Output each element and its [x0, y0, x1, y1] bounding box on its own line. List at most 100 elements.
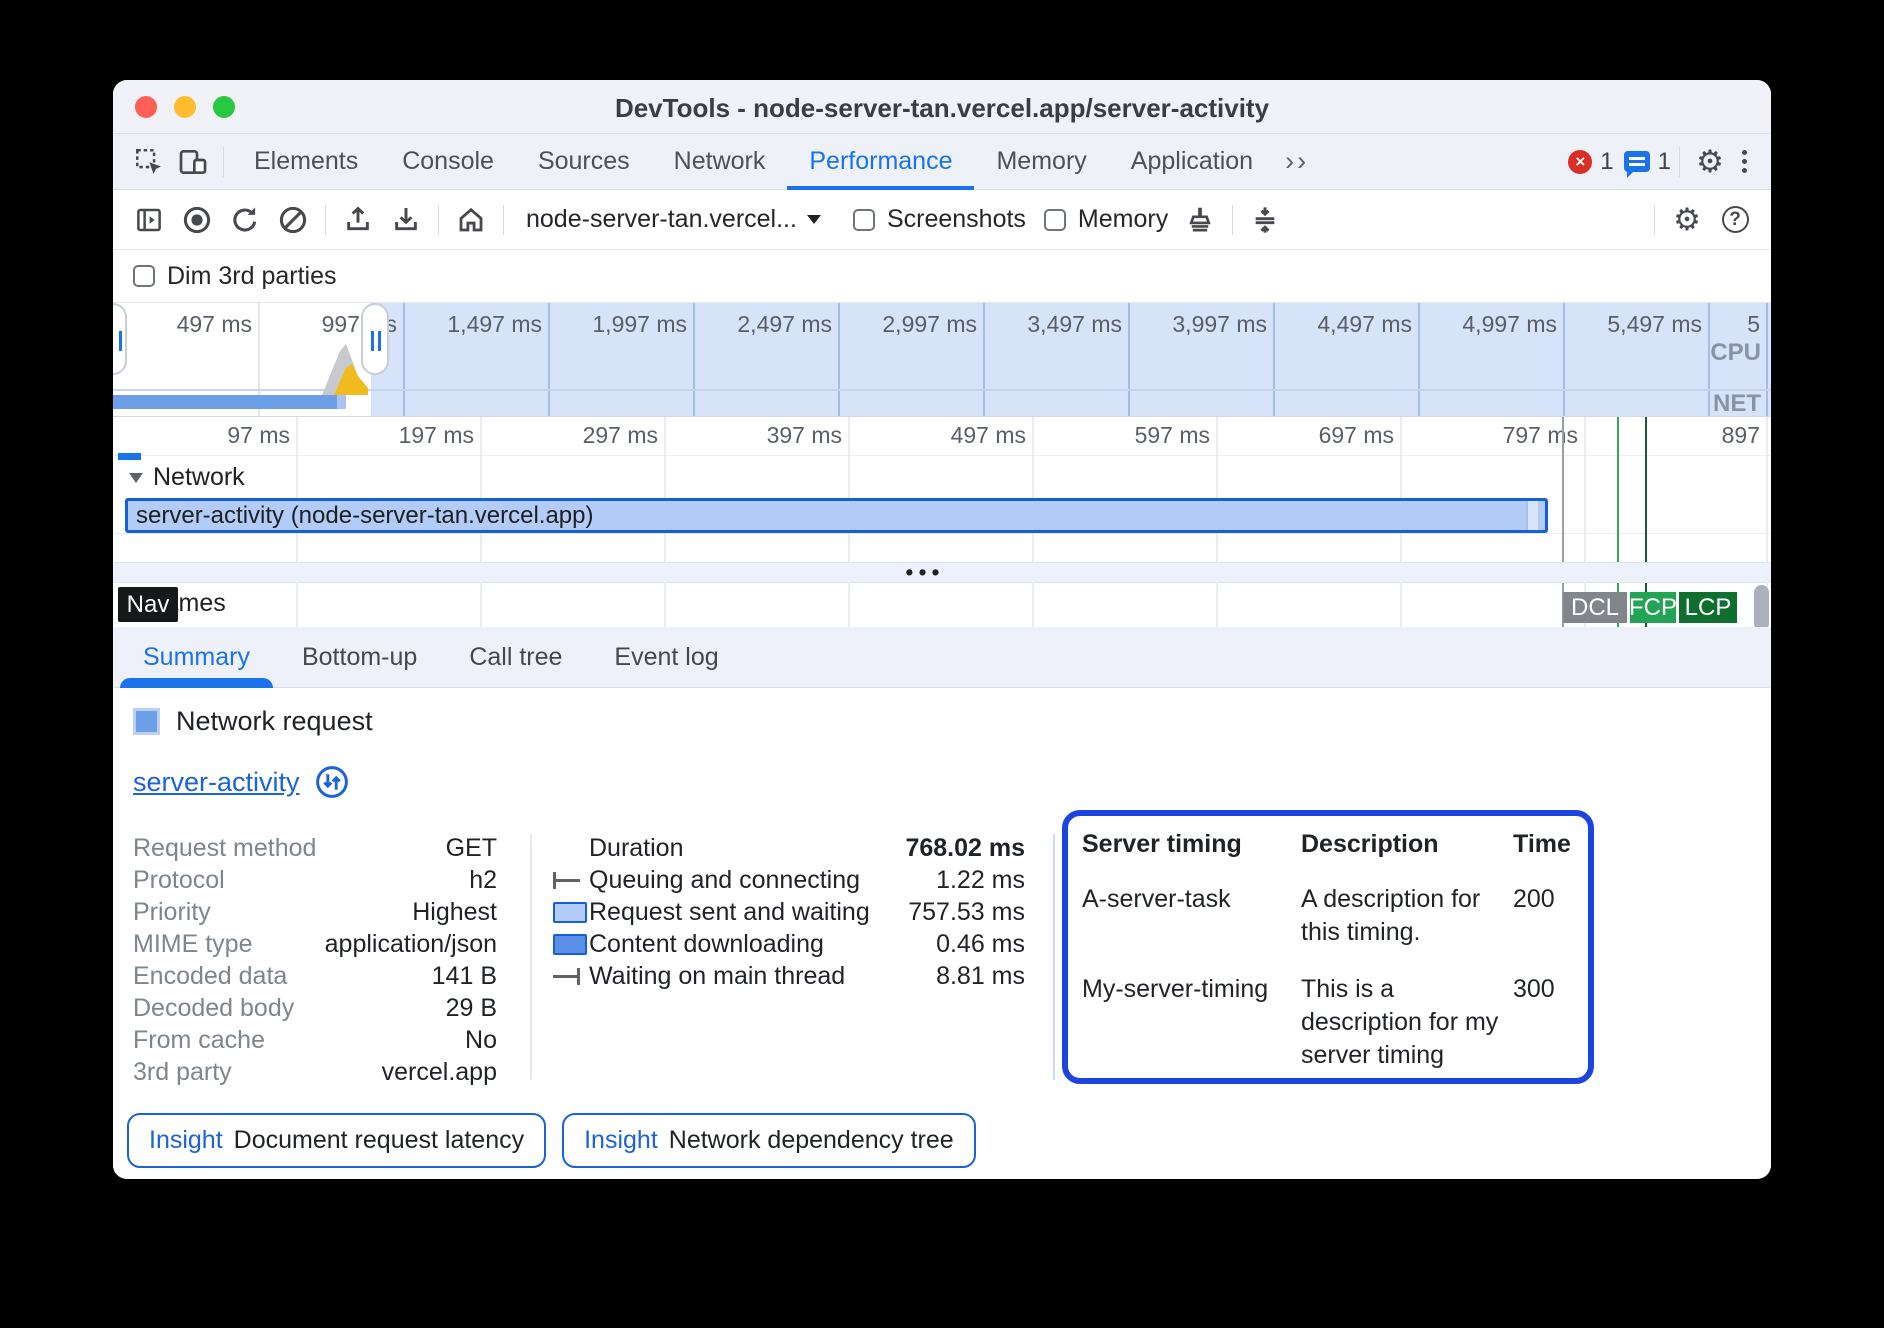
toggle-sidebar-icon[interactable]: [125, 196, 173, 244]
insight-chip[interactable]: Insight Network dependency tree: [562, 1113, 976, 1168]
more-tabs-button[interactable]: ››: [1275, 146, 1319, 177]
titlebar: DevTools - node-server-tan.vercel.app/se…: [113, 80, 1771, 134]
timing-row: Queuing and connecting 1.22 ms: [553, 864, 1025, 896]
devtools-tabbar: ElementsConsoleSourcesNetworkPerformance…: [113, 134, 1771, 190]
window-right-resize-handle[interactable]: [361, 303, 389, 375]
main-menu-kebab-icon[interactable]: [1732, 150, 1757, 173]
devtools-tab[interactable]: Memory: [974, 134, 1108, 190]
server-timing-row: A-server-task A description for this tim…: [1082, 883, 1588, 949]
chevron-down-icon: [807, 215, 821, 231]
console-errors-badge[interactable]: × 1: [1568, 148, 1613, 176]
collapse-tracks-icon[interactable]: [1241, 196, 1289, 244]
timeline-overview[interactable]: 497 ms997 ms1,497 ms1,997 ms2,497 ms2,99…: [113, 302, 1771, 417]
timing-row: Content downloading 0.46 ms: [553, 928, 1025, 960]
net-track-label: NET: [1713, 390, 1761, 417]
timing-phase-icon: [553, 872, 589, 889]
screenshots-checkbox-row[interactable]: Screenshots: [853, 205, 1026, 234]
network-track-accent: [118, 453, 141, 460]
panel-settings-gear-icon[interactable]: ⚙: [1663, 196, 1711, 244]
devtools-tab[interactable]: Performance: [787, 134, 974, 190]
history-dropdown[interactable]: node-server-tan.vercel...: [512, 205, 835, 234]
clear-icon[interactable]: [269, 196, 317, 244]
settings-gear-icon[interactable]: ⚙: [1688, 140, 1732, 184]
divider: [503, 205, 504, 235]
server-timing-card: Server timingDescriptionTime A-server-ta…: [1062, 810, 1594, 1084]
insight-chips: Insight Document request latency Insight…: [127, 1113, 976, 1168]
devtools-tab[interactable]: Network: [652, 134, 788, 190]
timing-row: Request sent and waiting 757.53 ms: [553, 896, 1025, 928]
screenshots-checkbox[interactable]: [853, 209, 875, 231]
device-toolbar-icon[interactable]: [171, 140, 215, 184]
inspect-element-icon[interactable]: [127, 140, 171, 184]
divider: [530, 834, 532, 1080]
overview-network-bar-tail: [337, 395, 346, 409]
issues-badge[interactable]: 1: [1624, 148, 1671, 176]
timing-breakdown-list: Duration 768.02 ms Queuing and connectin…: [553, 832, 1025, 992]
error-icon: ×: [1568, 150, 1592, 174]
panel-tab[interactable]: Bottom-up: [276, 627, 443, 688]
upload-profile-icon[interactable]: [334, 196, 382, 244]
panel-tab[interactable]: Call tree: [443, 627, 588, 688]
divider: [325, 205, 326, 235]
network-track-header[interactable]: Network: [129, 463, 245, 492]
memory-checkbox-row[interactable]: Memory: [1044, 205, 1168, 234]
nav-tooltip-chip: Nav: [118, 587, 178, 622]
dim-3rd-parties-label: Dim 3rd parties: [167, 262, 337, 291]
download-profile-icon[interactable]: [382, 196, 430, 244]
divider: [1654, 205, 1655, 235]
window-left-resize-handle[interactable]: [113, 303, 127, 375]
dim-3rd-parties-row: Dim 3rd parties: [113, 250, 1771, 302]
devtools-tab[interactable]: Sources: [516, 134, 652, 190]
server-timing-row: My-server-timing This is a description f…: [1082, 973, 1588, 1072]
record-icon[interactable]: [173, 196, 221, 244]
request-details-list: Request method GET Protocol h2 Priority …: [133, 832, 497, 1088]
server-timing-rows: A-server-task A description for this tim…: [1082, 883, 1588, 1072]
divider: [1232, 205, 1233, 235]
dcl-marker-badge[interactable]: DCL: [1563, 592, 1627, 623]
devtools-tab[interactable]: Elements: [232, 134, 380, 190]
request-detail-row: Priority Highest: [133, 896, 497, 928]
memory-checkbox[interactable]: [1044, 209, 1066, 231]
divider: [1053, 834, 1055, 1080]
summary-panel: Network request server-activity Request …: [113, 688, 1771, 1179]
track-overflow-strip[interactable]: •••: [113, 562, 1771, 583]
lcp-marker-badge[interactable]: LCP: [1679, 592, 1737, 623]
timing-phase-icon: [553, 902, 589, 923]
server-timing-header-cell: Description: [1301, 830, 1513, 859]
timing-phase-icon: [553, 968, 589, 985]
devtools-tab[interactable]: Console: [380, 134, 516, 190]
timeline-detail[interactable]: 97 ms197 ms297 ms397 ms497 ms597 ms697 m…: [113, 417, 1771, 627]
issues-icon: [1624, 151, 1650, 172]
reload-and-record-icon[interactable]: [221, 196, 269, 244]
panel-tab[interactable]: Event log: [588, 627, 744, 688]
request-detail-row: Encoded data 141 B: [133, 960, 497, 992]
garbage-collect-icon[interactable]: [1176, 196, 1224, 244]
request-detail-row: From cache No: [133, 1024, 497, 1056]
cpu-track-label: CPU: [1710, 339, 1761, 367]
panel-tab[interactable]: Summary: [117, 627, 276, 688]
divider: [1679, 147, 1680, 177]
fcp-marker-badge[interactable]: FCP: [1630, 592, 1676, 623]
request-bar-tail: [1526, 501, 1538, 530]
network-request-swatch: [133, 708, 160, 735]
insight-chip[interactable]: Insight Document request latency: [127, 1113, 546, 1168]
request-link[interactable]: server-activity: [133, 767, 300, 798]
devtools-window: DevTools - node-server-tan.vercel.app/se…: [113, 80, 1771, 1179]
home-icon[interactable]: [447, 196, 495, 244]
devtools-tab[interactable]: Application: [1109, 134, 1275, 190]
bottom-panel-tabbar: SummaryBottom-upCall treeEvent log: [113, 627, 1771, 688]
help-icon[interactable]: ?: [1711, 196, 1759, 244]
server-timing-header-cell: Time: [1513, 830, 1588, 859]
server-timing-header-cell: Server timing: [1082, 830, 1301, 859]
request-detail-row: Decoded body 29 B: [133, 992, 497, 1024]
vertical-scrollbar[interactable]: [1754, 585, 1769, 627]
network-request-bar[interactable]: server-activity (node-server-tan.vercel.…: [125, 498, 1548, 533]
request-detail-row: 3rd party vercel.app: [133, 1056, 497, 1088]
dim-3rd-parties-checkbox[interactable]: [133, 265, 155, 287]
reveal-in-network-icon[interactable]: [314, 764, 350, 800]
request-detail-row: Request method GET: [133, 832, 497, 864]
window-title: DevTools - node-server-tan.vercel.app/se…: [113, 93, 1771, 124]
collapse-triangle-icon: [129, 473, 143, 490]
summary-header: Network request: [176, 706, 373, 737]
server-timing-header: Server timingDescriptionTime: [1082, 830, 1588, 859]
